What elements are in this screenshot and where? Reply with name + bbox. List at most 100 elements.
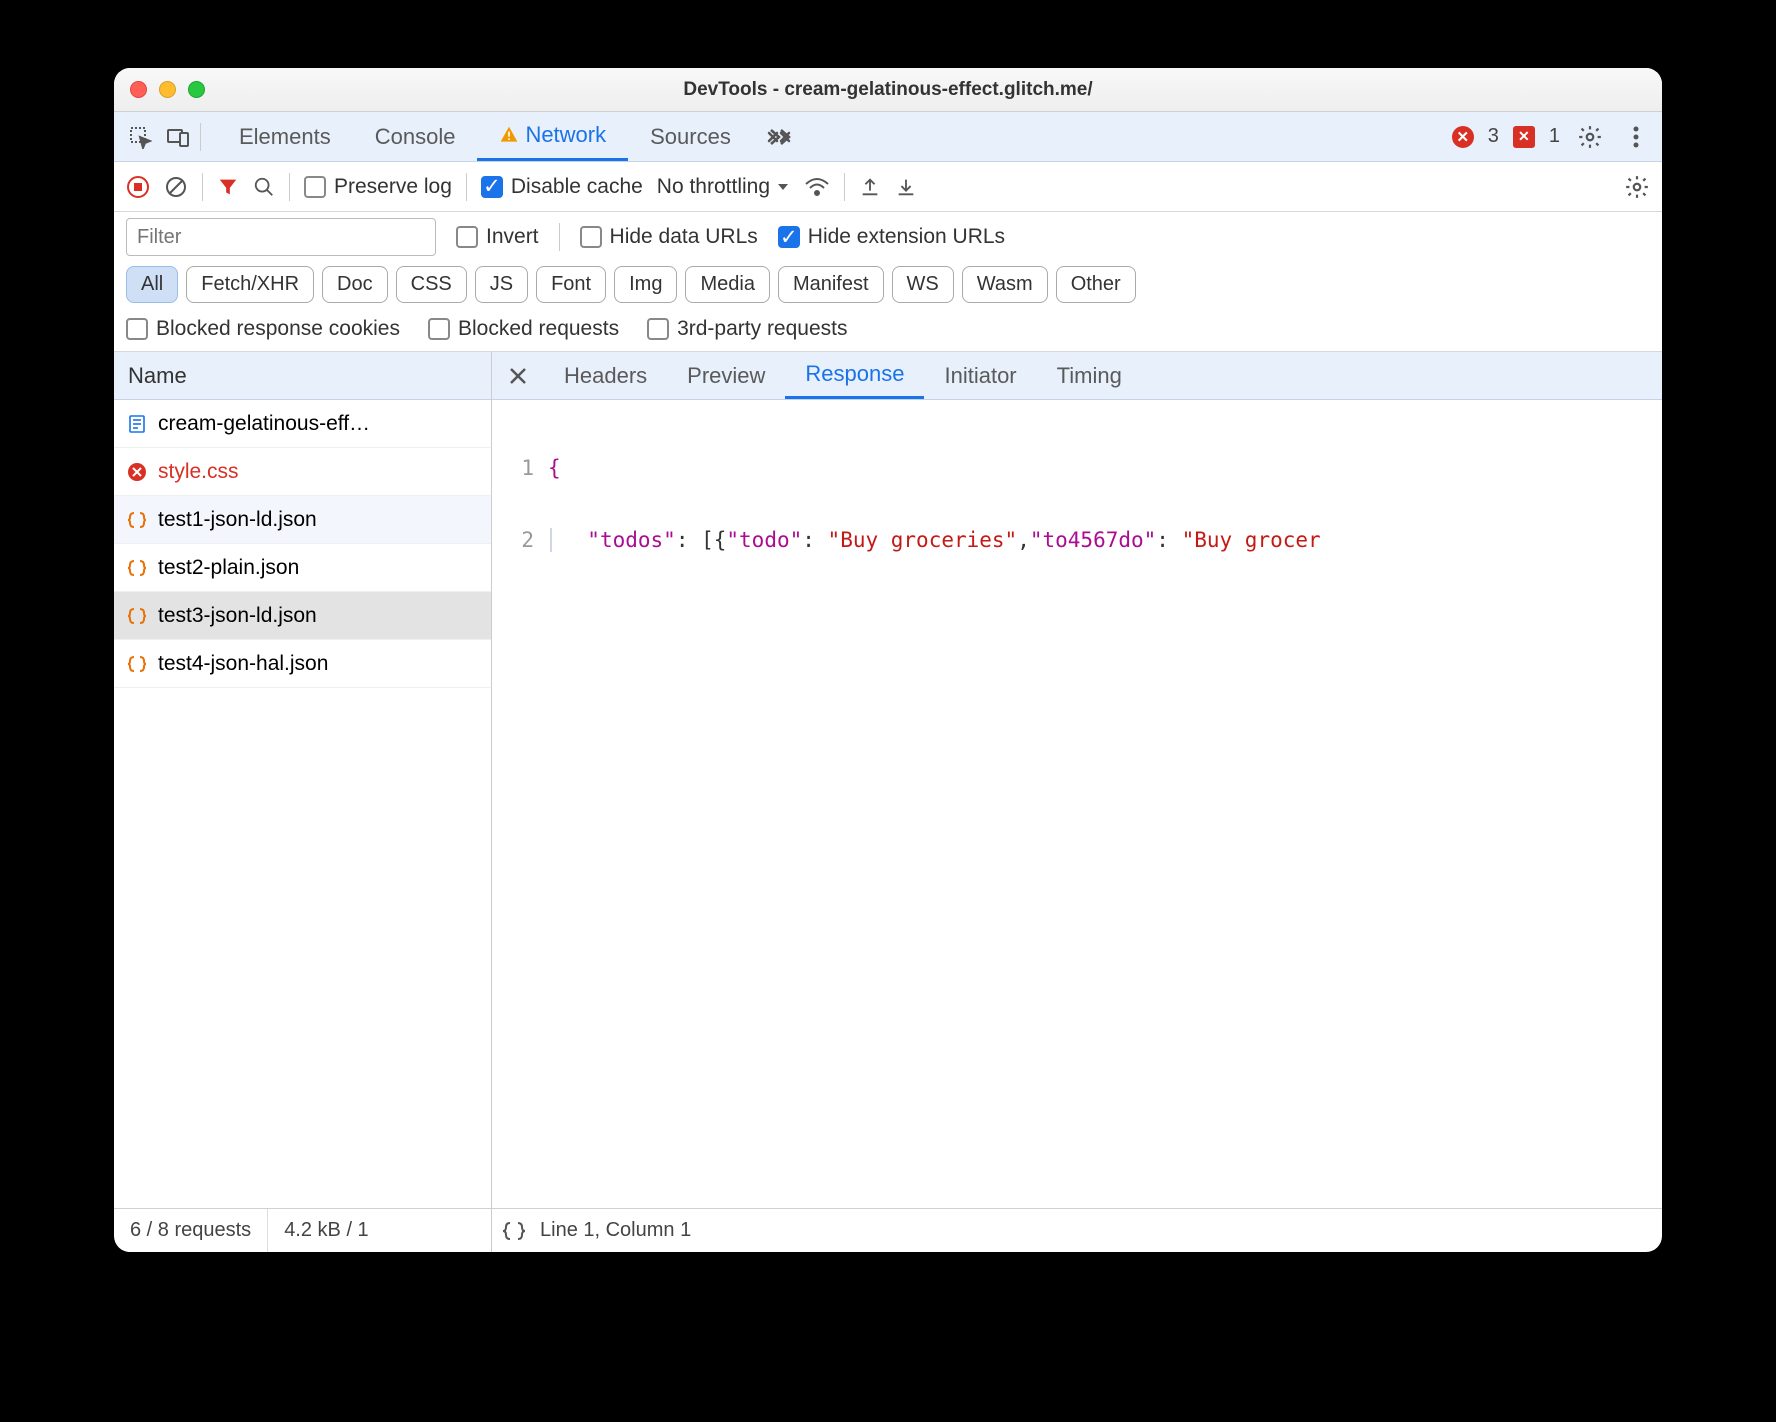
type-pill-js[interactable]: JS [475,266,528,303]
zoom-window-icon[interactable] [188,81,205,98]
tab-sources[interactable]: Sources [628,112,753,161]
tab-network[interactable]: Network [477,112,628,161]
issue-count[interactable]: 1 [1549,125,1560,148]
document-icon [126,413,148,435]
hide-extension-urls-checkbox[interactable]: ✓ Hide extension URLs [778,225,1005,249]
type-pill-css[interactable]: CSS [396,266,467,303]
type-pill-other[interactable]: Other [1056,266,1136,303]
type-pill-all[interactable]: All [126,266,178,303]
blocked-row: Blocked response cookies Blocked request… [114,313,1662,352]
close-icon[interactable] [500,358,536,394]
json-icon [126,509,148,531]
request-list-body: cream-gelatinous-eff… style.css test1-js… [114,400,491,1208]
preserve-log-checkbox[interactable]: Preserve log [304,175,452,199]
checkbox-icon [304,176,326,198]
detail-tab-timing[interactable]: Timing [1037,352,1142,399]
request-name: cream-gelatinous-eff… [158,412,370,436]
checkbox-checked-icon: ✓ [481,176,503,198]
json-icon [126,605,148,627]
blocked-requests-checkbox[interactable]: Blocked requests [428,317,619,341]
disable-cache-checkbox[interactable]: ✓ Disable cache [481,175,643,199]
request-row[interactable]: test1-json-ld.json [114,496,491,544]
invert-label: Invert [486,225,539,249]
gear-icon[interactable] [1574,121,1606,153]
request-row[interactable]: cream-gelatinous-eff… [114,400,491,448]
request-name: test3-json-ld.json [158,604,317,628]
detail-tab-initiator[interactable]: Initiator [924,352,1036,399]
blocked-cookies-label: Blocked response cookies [156,317,400,341]
tab-elements[interactable]: Elements [217,112,353,161]
braces-icon[interactable] [502,1221,526,1241]
detail-tab-response[interactable]: Response [785,352,924,399]
kebab-icon[interactable] [1620,121,1652,153]
checkbox-icon [126,318,148,340]
warning-icon [499,125,519,145]
third-party-label: 3rd-party requests [677,317,847,341]
wifi-icon[interactable] [804,176,830,198]
response-body[interactable]: 1 { 2 "todos": [{"todo": "Buy groceries"… [492,400,1662,1208]
request-list-header[interactable]: Name [114,352,491,400]
minimize-window-icon[interactable] [159,81,176,98]
type-pill-img[interactable]: Img [614,266,677,303]
traffic-lights [114,81,205,98]
json-icon [126,557,148,579]
status-left: 6 / 8 requests 4.2 kB / 1 [114,1209,492,1252]
type-pill-doc[interactable]: Doc [322,266,388,303]
download-icon[interactable] [895,176,917,198]
request-row[interactable]: style.css [114,448,491,496]
type-pill-manifest[interactable]: Manifest [778,266,884,303]
checkbox-icon [580,226,602,248]
cursor-position: Line 1, Column 1 [540,1219,691,1242]
type-pill-ws[interactable]: WS [892,266,954,303]
hide-data-label: Hide data URLs [610,225,758,249]
settings-icon[interactable] [1624,174,1650,200]
code-text: { [548,456,1662,480]
blocked-cookies-checkbox[interactable]: Blocked response cookies [126,317,400,341]
status-size: 4.2 kB / 1 [268,1209,385,1252]
line-number: 2 [492,528,548,552]
type-pill-media[interactable]: Media [685,266,769,303]
line-number: 1 [492,456,548,480]
close-window-icon[interactable] [130,81,147,98]
invert-checkbox[interactable]: Invert [456,225,539,249]
detail-tab-headers[interactable]: Headers [544,352,667,399]
more-tabs-icon[interactable] [753,112,805,161]
type-pill-wasm[interactable]: Wasm [962,266,1048,303]
titlebar: DevTools - cream-gelatinous-effect.glitc… [114,68,1662,112]
request-name: test4-json-hal.json [158,652,328,676]
request-row[interactable]: test4-json-hal.json [114,640,491,688]
error-count[interactable]: 3 [1488,125,1499,148]
filter-icon[interactable] [217,176,239,198]
request-name: test2-plain.json [158,556,299,580]
filter-input[interactable] [126,218,436,256]
detail-panel: Headers Preview Response Initiator Timin… [492,352,1662,1208]
top-tabstrip: Elements Console Network Sources ✕ 3 ✕ 1 [114,112,1662,162]
checkbox-checked-icon: ✓ [778,226,800,248]
type-pill-font[interactable]: Font [536,266,606,303]
divider [466,173,467,201]
status-right: Line 1, Column 1 [492,1219,1662,1242]
error-badge-icon[interactable]: ✕ [1452,126,1474,148]
device-toggle-icon[interactable] [162,121,194,153]
checkbox-icon [428,318,450,340]
detail-tab-preview[interactable]: Preview [667,352,785,399]
request-row-selected[interactable]: test3-json-ld.json [114,592,491,640]
clear-icon[interactable] [164,175,188,199]
inspect-icon[interactable] [124,121,156,153]
tab-console[interactable]: Console [353,112,478,161]
upload-icon[interactable] [859,176,881,198]
filter-row: Invert Hide data URLs ✓ Hide extension U… [114,212,1662,262]
type-pill-fetch[interactable]: Fetch/XHR [186,266,314,303]
issue-badge-icon[interactable]: ✕ [1513,126,1535,148]
throttling-value: No throttling [657,175,770,199]
status-bar: 6 / 8 requests 4.2 kB / 1 Line 1, Column… [114,1208,1662,1252]
throttling-select[interactable]: No throttling [657,175,790,199]
divider [559,223,560,251]
record-icon[interactable] [126,175,150,199]
hide-data-urls-checkbox[interactable]: Hide data URLs [580,225,758,249]
request-row[interactable]: test2-plain.json [114,544,491,592]
search-icon[interactable] [253,176,275,198]
third-party-checkbox[interactable]: 3rd-party requests [647,317,847,341]
request-name: test1-json-ld.json [158,508,317,532]
panel-tabs: Elements Console Network Sources [217,112,805,161]
